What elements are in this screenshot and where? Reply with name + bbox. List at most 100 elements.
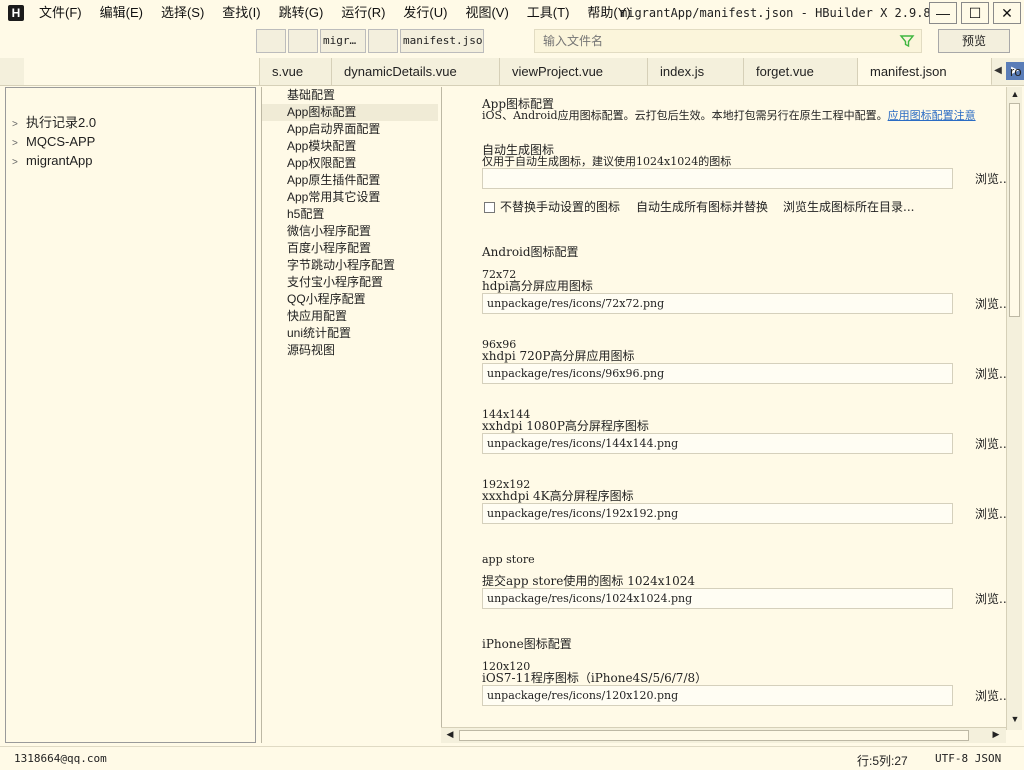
icon-144-input[interactable]: unpackage/res/icons/144x144.png xyxy=(482,433,953,454)
status-cursor-position: 行:5列:27 xyxy=(857,754,908,768)
icon-config-panel: App图标配置 iOS、Android应用图标配置。云打包后生效。本地打包需另行… xyxy=(441,87,1006,730)
no-replace-label: 不替换手动设置的图标 xyxy=(500,200,621,214)
iphone-120-input[interactable]: unpackage/res/icons/120x120.png xyxy=(482,685,953,706)
file-search-input[interactable] xyxy=(543,32,873,50)
vertical-scroll-thumb[interactable] xyxy=(1009,103,1020,317)
nav-baidu-config[interactable]: 百度小程序配置 xyxy=(287,240,371,257)
tab-bar-spacer xyxy=(24,58,260,85)
icon-desc-label: xxhdpi 1080P高分屏程序图标 xyxy=(482,419,649,433)
icon-96-browse-button[interactable]: 浏览... xyxy=(975,367,1006,381)
section-description: iOS、Android应用图标配置。云打包后生效。本地打包需另行在原生工程中配置… xyxy=(482,109,976,122)
menu-bar: 文件(F) 编辑(E) 选择(S) 查找(I) 跳转(G) 运行(R) 发行(U… xyxy=(30,0,640,26)
tab-manifest-json[interactable]: manifest.json xyxy=(858,58,992,85)
title-bar: H 文件(F) 编辑(E) 选择(S) 查找(I) 跳转(G) 运行(R) 发行… xyxy=(0,0,1024,26)
window-title: migrantApp/manifest.json - HBuilder X 2.… xyxy=(620,6,931,20)
auto-generate-desc: 仅用于自动生成图标，建议使用1024x1024的图标 xyxy=(482,155,732,168)
maximize-button[interactable]: ☐ xyxy=(961,2,989,24)
nav-alipay-config[interactable]: 支付宝小程序配置 xyxy=(287,274,383,291)
nav-app-module-config[interactable]: App模块配置 xyxy=(287,138,356,155)
tree-item-label: MQCS-APP xyxy=(26,134,96,149)
menu-find[interactable]: 查找(I) xyxy=(213,0,269,26)
project-explorer: > 执行记录2.0 > MQCS-APP > migrantApp xyxy=(5,87,256,743)
nav-quickapp-config[interactable]: 快应用配置 xyxy=(287,308,347,325)
appstore-browse-button[interactable]: 浏览... xyxy=(975,592,1006,606)
tab-s-vue[interactable]: s.vue xyxy=(260,58,332,85)
nav-toutiao-config[interactable]: 字节跳动小程序配置 xyxy=(287,257,395,274)
hbuilder-logo-icon: H xyxy=(8,5,24,21)
appstore-icon-input[interactable]: unpackage/res/icons/1024x1024.png xyxy=(482,588,953,609)
section-desc-text: iOS、Android应用图标配置。云打包后生效。本地打包需另行在原生工程中配置… xyxy=(482,109,888,122)
toolbar-button-1[interactable] xyxy=(256,29,286,53)
appstore-desc: 提交app store使用的图标 1024x1024 xyxy=(482,574,696,588)
auto-icon-input[interactable] xyxy=(482,168,953,189)
icon-config-notes-link[interactable]: 应用图标配置注意 xyxy=(888,109,976,122)
browse-icon-dir-button[interactable]: 浏览生成图标所在目录... xyxy=(783,200,914,214)
menu-run[interactable]: 运行(R) xyxy=(332,0,394,26)
icon-desc-label: hdpi高分屏应用图标 xyxy=(482,279,593,293)
nav-app-other-settings[interactable]: App常用其它设置 xyxy=(287,189,380,206)
icon-144-browse-button[interactable]: 浏览... xyxy=(975,437,1006,451)
editor-tab-bar: s.vue dynamicDetails.vue viewProject.vue… xyxy=(0,58,1024,86)
nav-app-permission-config[interactable]: App权限配置 xyxy=(287,155,356,172)
tree-item-label: migrantApp xyxy=(26,153,93,168)
close-button[interactable]: ✕ xyxy=(993,2,1021,24)
toolbar-button-2[interactable] xyxy=(288,29,318,53)
icon-desc-label: xxxhdpi 4K高分屏程序图标 xyxy=(482,489,634,503)
tab-forget-vue[interactable]: forget.vue xyxy=(744,58,858,85)
iphone-section-title: iPhone图标配置 xyxy=(482,637,572,651)
tree-item-project[interactable]: > MQCS-APP xyxy=(12,132,95,151)
tree-item-label: 执行记录2.0 xyxy=(26,115,97,130)
nav-app-icon-config[interactable]: App图标配置 xyxy=(262,104,438,121)
tab-view-project[interactable]: viewProject.vue xyxy=(500,58,648,85)
nav-qq-config[interactable]: QQ小程序配置 xyxy=(287,291,366,308)
toolbar-button-3[interactable] xyxy=(368,29,398,53)
tab-scroll-left-icon[interactable]: ◀ xyxy=(993,64,1003,78)
nav-h5-config[interactable]: h5配置 xyxy=(287,206,324,223)
status-account[interactable]: 1318664@qq.com xyxy=(14,752,107,765)
tab-partial[interactable]: ro xyxy=(1010,58,1024,85)
menu-view[interactable]: 视图(V) xyxy=(456,0,517,26)
vertical-scrollbar[interactable]: ▲ ▼ xyxy=(1006,87,1022,730)
horizontal-scroll-thumb[interactable] xyxy=(459,730,969,741)
tab-dynamic-details[interactable]: dynamicDetails.vue xyxy=(332,58,500,85)
menu-goto[interactable]: 跳转(G) xyxy=(270,0,333,26)
manifest-config-nav: 基础配置 App图标配置 App启动界面配置 App模块配置 App权限配置 A… xyxy=(261,87,441,743)
menu-edit[interactable]: 编辑(E) xyxy=(91,0,152,26)
menu-file[interactable]: 文件(F) xyxy=(30,0,91,26)
toolbar: migr… manifest.json 预览 xyxy=(0,26,1024,58)
minimize-button[interactable]: — xyxy=(929,2,957,24)
nav-weixin-config[interactable]: 微信小程序配置 xyxy=(287,223,371,240)
icon-192-input[interactable]: unpackage/res/icons/192x192.png xyxy=(482,503,953,524)
scroll-down-icon[interactable]: ▼ xyxy=(1008,714,1022,724)
generate-all-icons-button[interactable]: 自动生成所有图标并替换 xyxy=(636,200,768,214)
scroll-right-icon[interactable]: ▶ xyxy=(989,729,1003,740)
status-bar: 1318664@qq.com 行:5列:27 UTF-8 JSON xyxy=(0,746,1024,770)
tree-item-project[interactable]: > migrantApp xyxy=(12,151,92,170)
scroll-up-icon[interactable]: ▲ xyxy=(1008,89,1022,99)
filter-icon[interactable] xyxy=(899,33,915,49)
nav-uni-stat-config[interactable]: uni统计配置 xyxy=(287,325,351,342)
icon-desc-label: xhdpi 720P高分屏应用图标 xyxy=(482,349,635,363)
status-encoding: UTF-8 JSON xyxy=(935,752,1002,765)
tab-index-js[interactable]: index.js xyxy=(648,58,744,85)
icon-192-browse-button[interactable]: 浏览... xyxy=(975,507,1006,521)
nav-source-view[interactable]: 源码视图 xyxy=(287,342,335,359)
preview-button[interactable]: 预览 xyxy=(938,29,1010,53)
icon-96-input[interactable]: unpackage/res/icons/96x96.png xyxy=(482,363,953,384)
breadcrumb-file[interactable]: manifest.json xyxy=(400,29,484,53)
nav-basic-config[interactable]: 基础配置 xyxy=(287,87,335,104)
iphone-120-browse-button[interactable]: 浏览... xyxy=(975,689,1006,703)
icon-72-browse-button[interactable]: 浏览... xyxy=(975,297,1006,311)
breadcrumb-project[interactable]: migr… xyxy=(320,29,366,53)
nav-app-native-plugin-config[interactable]: App原生插件配置 xyxy=(287,172,380,189)
auto-icon-browse-button[interactable]: 浏览... xyxy=(975,172,1006,186)
menu-select[interactable]: 选择(S) xyxy=(152,0,213,26)
horizontal-scrollbar[interactable]: ◀ ▶ xyxy=(441,727,1006,743)
menu-tools[interactable]: 工具(T) xyxy=(518,0,579,26)
tree-item-project[interactable]: > 执行记录2.0 xyxy=(12,113,96,132)
menu-publish[interactable]: 发行(U) xyxy=(394,0,456,26)
no-replace-checkbox[interactable] xyxy=(484,202,495,213)
scroll-left-icon[interactable]: ◀ xyxy=(443,729,457,740)
icon-72-input[interactable]: unpackage/res/icons/72x72.png xyxy=(482,293,953,314)
nav-app-splash-config[interactable]: App启动界面配置 xyxy=(287,121,380,138)
